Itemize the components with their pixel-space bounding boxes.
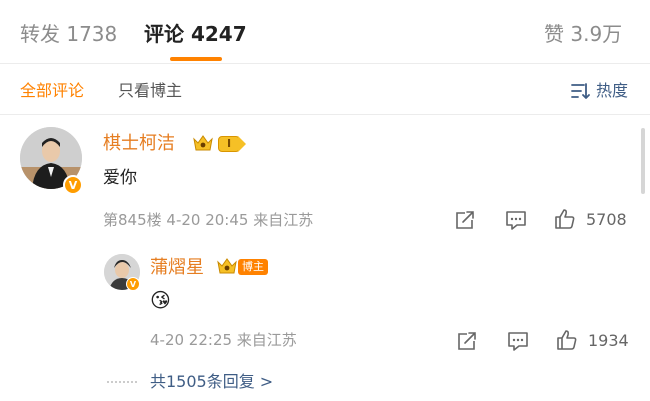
filter-divider (0, 114, 650, 115)
reply-text: 😘 (150, 288, 171, 312)
vip-badge (192, 133, 214, 153)
reply-share-icon[interactable] (456, 330, 478, 352)
tab-comment-count: 4247 (190, 22, 247, 46)
reply-verified-badge-icon: V (126, 277, 140, 291)
author-tag: 博主 (238, 259, 268, 275)
tab-repost-label: 转发 (20, 22, 60, 46)
tab-repost-count: 1738 (66, 22, 118, 46)
reply-like-count: 1934 (588, 331, 629, 350)
level-badge: I (218, 136, 240, 152)
tab-like-count: 3.9万 (570, 22, 623, 46)
reply-dots-divider (106, 381, 138, 383)
sort-button[interactable]: 热度 (570, 80, 628, 102)
comment-text: 爱你 (103, 168, 137, 188)
reply-meta: 4-20 22:25 来自江苏 (150, 331, 297, 349)
crown-icon (193, 135, 213, 151)
reply-like-icon[interactable] (555, 328, 579, 352)
share-icon[interactable] (454, 209, 476, 231)
verified-badge-icon: V (63, 175, 83, 195)
tab-repost[interactable]: 转发 1738 (20, 21, 117, 47)
reply-crown-icon (217, 258, 237, 274)
sort-icon (571, 83, 590, 99)
more-replies-link[interactable]: 共1505条回复 > (150, 372, 273, 392)
filter-all-comments[interactable]: 全部评论 (20, 80, 84, 102)
comment-icon[interactable] (504, 209, 528, 231)
reply-comment-icon[interactable] (506, 330, 530, 352)
comment-username[interactable]: 棋士柯洁 (103, 132, 175, 156)
like-icon[interactable] (553, 207, 577, 231)
tab-comment[interactable]: 评论 4247 (144, 21, 247, 47)
tab-like-label: 赞 (544, 22, 564, 46)
filter-author-only[interactable]: 只看博主 (118, 80, 182, 102)
sort-label: 热度 (595, 81, 628, 100)
tab-comment-label: 评论 (144, 22, 184, 46)
tabs-divider (0, 63, 650, 64)
level-badge-arrow-icon (238, 136, 246, 152)
scrollbar[interactable] (641, 128, 645, 194)
tab-like[interactable]: 赞 3.9万 (544, 21, 622, 47)
active-tab-indicator (170, 57, 222, 61)
like-count: 5708 (586, 210, 627, 229)
reply-username[interactable]: 蒲熠星 (150, 256, 204, 280)
comment-meta: 第845楼 4-20 20:45 来自江苏 (103, 211, 314, 229)
